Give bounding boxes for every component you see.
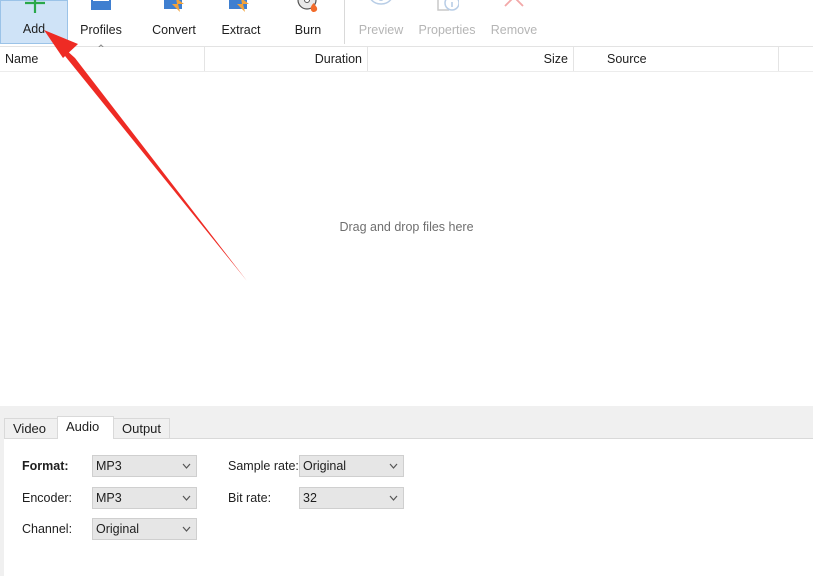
- eye-icon: [370, 0, 392, 5]
- sample-rate-label: Sample rate:: [228, 459, 299, 473]
- convert-button-label: Convert: [152, 23, 196, 37]
- channel-label: Channel:: [22, 522, 73, 536]
- bit-rate-select[interactable]: 32: [299, 487, 404, 509]
- profiles-button-label: Profiles: [80, 23, 122, 37]
- plus-icon: [25, 0, 45, 13]
- chevron-down-icon: [389, 463, 398, 469]
- remove-button-label: Remove: [490, 23, 538, 37]
- format-select[interactable]: MP3: [92, 455, 197, 477]
- chevron-down-icon: [389, 495, 398, 501]
- toolbar-divider: [344, 0, 345, 44]
- bit-rate-value: 32: [303, 491, 317, 505]
- profiles-icon: [91, 0, 111, 10]
- encoder-label: Encoder:: [22, 491, 73, 505]
- chevron-down-icon: [182, 463, 191, 469]
- settings-panel: Video Audio Output Format: MP3 Encoder: …: [0, 406, 813, 577]
- encoder-value: MP3: [96, 491, 122, 505]
- chevron-down-icon: [182, 526, 191, 532]
- tab-video[interactable]: Video: [4, 418, 58, 438]
- properties-button-label: Properties: [418, 23, 476, 37]
- add-button[interactable]: Add: [0, 0, 68, 44]
- properties-button[interactable]: Properties: [414, 0, 480, 44]
- sample-rate-value: Original: [303, 459, 347, 473]
- convert-button[interactable]: Convert: [144, 0, 204, 44]
- convert-icon: [164, 0, 184, 12]
- profiles-button[interactable]: Profiles: [72, 0, 130, 44]
- bit-rate-label: Bit rate:: [228, 491, 272, 505]
- file-list-header: Name Duration Size Source: [0, 47, 813, 72]
- extract-icon: [229, 0, 249, 12]
- burn-button-label: Burn: [294, 23, 322, 37]
- column-header-size[interactable]: Size: [368, 47, 574, 71]
- toolbar: Add Profiles Convert Extract Burn Previe…: [0, 0, 813, 47]
- add-button-label: Add: [22, 22, 46, 36]
- extract-button-label: Extract: [221, 23, 261, 37]
- disc-burn-icon: [297, 0, 318, 12]
- column-header-name[interactable]: Name: [0, 47, 205, 71]
- channel-value: Original: [96, 522, 140, 536]
- format-value: MP3: [96, 459, 122, 473]
- file-list[interactable]: Drag and drop files here: [0, 72, 813, 406]
- channel-select[interactable]: Original: [92, 518, 197, 540]
- drop-hint: Drag and drop files here: [339, 220, 474, 234]
- chevron-down-icon: [182, 495, 191, 501]
- tab-audio[interactable]: Audio: [57, 416, 114, 439]
- preview-button[interactable]: Preview: [352, 0, 410, 44]
- close-icon: [504, 0, 524, 7]
- tab-output[interactable]: Output: [113, 418, 170, 438]
- info-document-icon: [437, 0, 459, 11]
- extract-button[interactable]: Extract: [214, 0, 268, 44]
- format-label: Format:: [22, 459, 69, 473]
- preview-button-label: Preview: [358, 23, 404, 37]
- remove-button[interactable]: Remove: [488, 0, 540, 44]
- sample-rate-select[interactable]: Original: [299, 455, 404, 477]
- burn-button[interactable]: Burn: [284, 0, 332, 44]
- column-header-source[interactable]: Source: [574, 47, 779, 71]
- encoder-select[interactable]: MP3: [92, 487, 197, 509]
- audio-settings: Format: MP3 Encoder: MP3 Channel: Origin…: [4, 438, 813, 577]
- column-header-duration[interactable]: Duration: [205, 47, 368, 71]
